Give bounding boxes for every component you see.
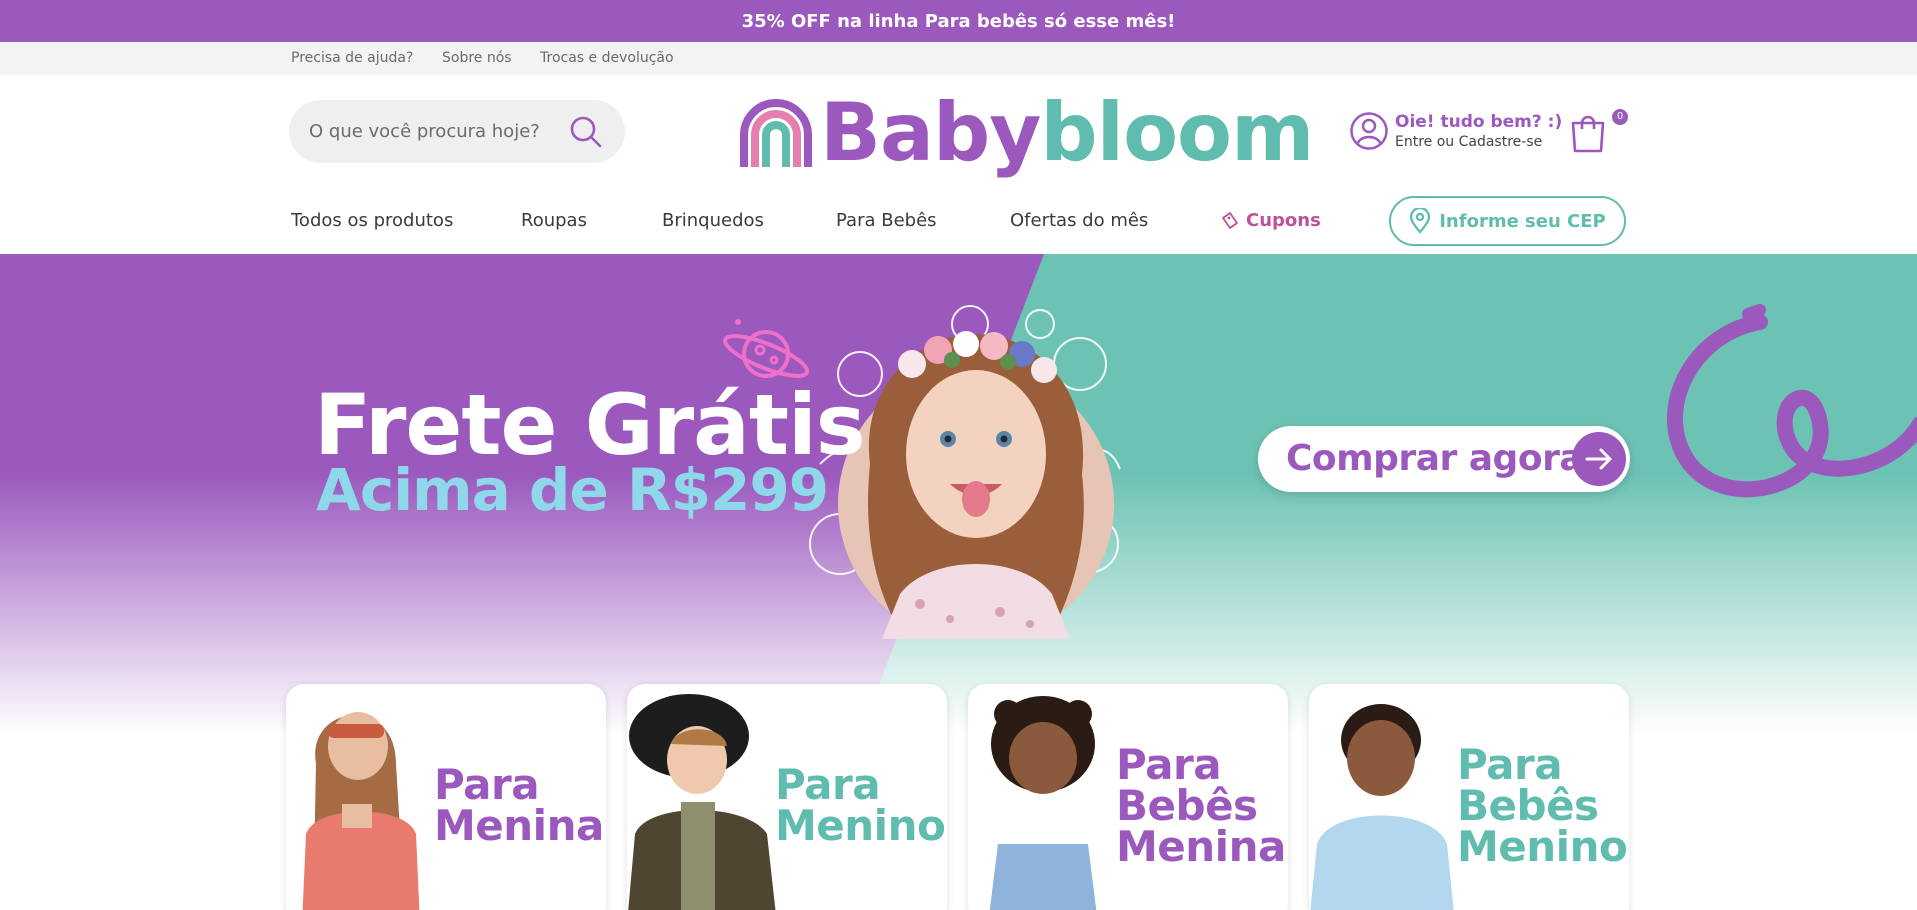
category-label: Para Bebês Meninos [1457, 740, 1629, 871]
decorative-swirl [1666, 304, 1917, 498]
utility-bar: Precisa de ajuda? Sobre nós Trocas e dev… [0, 42, 1917, 75]
account-greeting: Oie! tudo bem? :) [1395, 112, 1563, 132]
buy-now-label: Comprar agora [1286, 438, 1584, 479]
girl-photo [302, 712, 420, 910]
logo-part-bloom: bloom [1040, 86, 1314, 179]
category-girls[interactable]: Para Meninas [286, 684, 606, 910]
shopping-bag-icon [1568, 115, 1608, 159]
boy-photo [628, 694, 776, 910]
category-label: Para Meninos [775, 760, 947, 850]
returns-link[interactable]: Trocas e devolução [540, 50, 674, 66]
nav-coupons[interactable]: Cupons [1220, 210, 1321, 231]
arrow-right-icon [1572, 432, 1626, 486]
account-subtitle: Entre ou Cadastre-se [1395, 134, 1543, 150]
about-link[interactable]: Sobre nós [442, 50, 512, 66]
cart-button[interactable]: 0 [1568, 109, 1628, 161]
cart-count-badge: 0 [1612, 109, 1628, 125]
nav-clothes[interactable]: Roupas [521, 210, 587, 231]
category-baby-boys[interactable]: Para Bebês Meninos [1309, 684, 1629, 910]
search-input[interactable] [309, 100, 559, 163]
nav-monthly-offers[interactable]: Ofertas do mês [1010, 210, 1148, 231]
hero-banner: Frete Grátis Acima de R$299 Comprar agor… [0, 254, 1917, 734]
nav-babies[interactable]: Para Bebês [836, 210, 937, 231]
category-label: Para Bebês Meninas [1116, 740, 1288, 871]
logo-wordmark: Babybloom [820, 83, 1314, 183]
baby-girl-photo [973, 696, 1113, 910]
coupon-icon [1222, 211, 1238, 229]
rainbow-logo-icon [740, 99, 812, 167]
category-label: Para Meninas [434, 760, 606, 850]
user-icon [1349, 111, 1389, 155]
search-box [289, 100, 625, 163]
hero-subtitle: Acima de R$299 [316, 456, 829, 524]
buy-now-button[interactable]: Comprar agora [1258, 426, 1630, 492]
nav-all-products[interactable]: Todos os produtos [291, 210, 453, 231]
promo-text: 35% OFF na linha Para bebês só esse mês! [741, 10, 1176, 32]
cep-button[interactable]: Informe seu CEP [1389, 196, 1626, 246]
coupons-label: Cupons [1246, 210, 1321, 231]
nav-toys[interactable]: Brinquedos [662, 210, 764, 231]
category-boys[interactable]: Para Meninos [627, 684, 947, 910]
help-link[interactable]: Precisa de ajuda? [291, 50, 413, 66]
cep-label: Informe seu CEP [1439, 210, 1606, 232]
baby-boy-photo [1310, 704, 1454, 910]
account-link[interactable]: Oie! tudo bem? :) Entre ou Cadastre-se [1349, 111, 1562, 155]
search-icon[interactable] [568, 114, 604, 154]
category-baby-girls[interactable]: Para Bebês Meninas [968, 684, 1288, 910]
promo-bar: 35% OFF na linha Para bebês só esse mês! [0, 0, 1917, 42]
main-nav: Todos os produtos Roupas Brinquedos Para… [0, 197, 1917, 247]
logo[interactable]: Babybloom [738, 86, 1314, 179]
location-pin-icon [1410, 208, 1431, 234]
logo-part-baby: Baby [820, 86, 1041, 179]
